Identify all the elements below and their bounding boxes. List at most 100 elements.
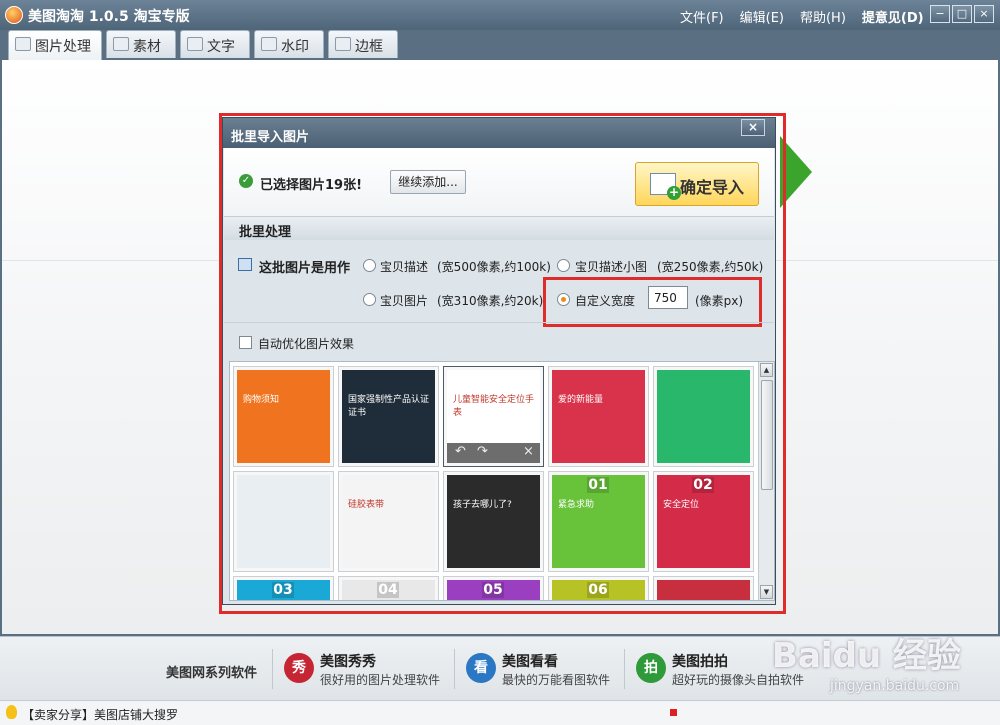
delete-icon[interactable]: × (523, 444, 534, 459)
tab-image-processing[interactable]: 图片处理 (8, 30, 102, 60)
baidu-watermark: Baidu 经验 jingyan.baidu.com (772, 622, 992, 704)
image-thumbnail[interactable]: 02 安全定位 (653, 471, 754, 572)
purpose-label: 这批图片是用作 (259, 261, 351, 276)
image-thumbnail[interactable]: 孩子去哪儿了? (443, 471, 544, 572)
thumbnail-caption: 紧急求助 (558, 500, 595, 510)
scroll-thumb[interactable] (761, 380, 773, 490)
tab-label: 水印 (281, 39, 309, 55)
thumbnail-number: 02 (692, 477, 714, 493)
options-divider (224, 322, 774, 323)
import-icon (650, 173, 681, 200)
tab-label: 素材 (133, 39, 161, 55)
radio-label-item-description-small: 宝贝描述小图 (575, 260, 648, 274)
border-icon (335, 37, 351, 51)
radio-custom-width[interactable] (557, 293, 570, 306)
product-name: 美图秀秀 (320, 654, 376, 670)
dialog-close-button[interactable]: × (741, 119, 765, 136)
product-name: 美图拍拍 (672, 654, 728, 670)
menu-file[interactable]: 文件(F) (680, 7, 724, 26)
image-thumbnail[interactable]: 05 (443, 576, 544, 600)
image-thumbnail[interactable]: 国家强制性产品认证证书 (338, 366, 439, 467)
maximize-button[interactable]: □ (952, 5, 972, 23)
image-thumbnail[interactable] (233, 471, 334, 572)
image-thumbnail[interactable]: 硅胶表带 (338, 471, 439, 572)
app-title: 美图淘淘 1.0.5 淘宝专版 (28, 9, 190, 25)
close-button[interactable]: × (974, 5, 994, 23)
tab-label: 图片处理 (35, 39, 91, 55)
text-icon (187, 37, 203, 51)
grid-scrollbar[interactable]: ▲ ▼ (758, 362, 774, 600)
series-label: 美图网系列软件 (166, 666, 258, 681)
tab-label: 边框 (355, 39, 383, 55)
image-thumbnail[interactable]: 爱的新能量 (548, 366, 649, 467)
continue-add-button[interactable]: 继续添加... (390, 170, 466, 194)
image-thumbnail[interactable]: 儿童智能安全定位手表 ↶ ↷ × (443, 366, 544, 467)
radio-label-custom-width: 自定义宽度 (575, 294, 636, 308)
rotate-left-icon[interactable]: ↶ (455, 444, 466, 459)
material-icon (113, 37, 129, 51)
radio-label-item-image: 宝贝图片 (380, 294, 429, 308)
window-controls: − □ × (930, 5, 994, 23)
confirm-import-button[interactable]: 确定导入 (635, 162, 759, 206)
radio-item-image[interactable] (363, 293, 376, 306)
scroll-up-icon[interactable]: ▲ (760, 363, 773, 377)
image-thumbnail[interactable]: 01 紧急求助 (548, 471, 649, 572)
tab-materials[interactable]: 素材 (106, 30, 176, 58)
auto-optimize-checkbox[interactable] (239, 336, 252, 349)
batch-section-header: 批里处理 (224, 216, 774, 240)
monitor-icon (238, 258, 252, 271)
radio-item-description-small[interactable] (557, 259, 570, 272)
tab-watermark[interactable]: 水印 (254, 30, 324, 58)
thumbnail-image: 国家强制性产品认证证书 (342, 370, 435, 463)
separator (624, 649, 625, 689)
watermark-main: Baidu 经验 (772, 636, 961, 676)
product-meitu-kankan[interactable]: 看 美图看看 最快的万能看图软件 (466, 651, 626, 691)
thumbnail-image (237, 475, 330, 568)
thumbnail-caption: 国家强制性产品认证证书 (348, 395, 430, 418)
kankan-logo-icon: 看 (466, 653, 496, 683)
menu-edit[interactable]: 编辑(E) (740, 7, 784, 26)
thumbnail-image: 购物须知 (237, 370, 330, 463)
image-thumbnail[interactable]: 03 (233, 576, 334, 600)
selection-area: ✓ 已选择图片19张! 继续添加... 确定导入 (224, 148, 774, 216)
selected-count: 已选择图片19张! (260, 178, 363, 193)
tab-bar: 图片处理 素材 文字 水印 边框 (0, 30, 1000, 60)
custom-width-input[interactable]: 750 (648, 286, 688, 309)
thumbnail-caption: 购物须知 (243, 395, 280, 405)
tab-text[interactable]: 文字 (180, 30, 250, 58)
dialog-title-bar: 批里导入图片 × (223, 118, 775, 148)
batch-import-dialog: 批里导入图片 × ✓ 已选择图片19张! 继续添加... 确定导入 批里处理 这… (222, 117, 776, 605)
thumbnail-image: 孩子去哪儿了? (447, 475, 540, 568)
radio-label-item-description: 宝贝描述 (380, 260, 429, 274)
status-link[interactable]: 【卖家分享】美图店铺大搜罗 (22, 706, 178, 723)
thumbnail-image: 02 安全定位 (657, 475, 750, 568)
watermark-sub: jingyan.baidu.com (830, 678, 960, 694)
thumbnail-image: 01 紧急求助 (552, 475, 645, 568)
image-thumbnail[interactable]: 04 (338, 576, 439, 600)
rotate-right-icon[interactable]: ↷ (477, 444, 488, 459)
thumbnail-number: 05 (482, 582, 504, 598)
product-desc: 最快的万能看图软件 (502, 673, 611, 687)
image-thumbnail[interactable]: 购物须知 (233, 366, 334, 467)
tab-border[interactable]: 边框 (328, 30, 398, 58)
menu-bar: 文件(F) 编辑(E) 帮助(H) 提意见(D) (680, 7, 924, 26)
thumbnail-toolbar: ↶ ↷ × (447, 443, 540, 463)
dialog-title: 批里导入图片 (231, 130, 310, 145)
radio-detail-item-description: (宽500像素,约100k) (437, 260, 551, 274)
image-icon (15, 37, 31, 51)
menu-help[interactable]: 帮助(H) (800, 7, 846, 26)
section-title: 批里处理 (239, 225, 292, 240)
menu-feedback[interactable]: 提意见(D) (862, 7, 924, 26)
scroll-down-icon[interactable]: ▼ (760, 585, 773, 599)
thumbnail-image (657, 370, 750, 463)
image-thumbnail[interactable] (653, 366, 754, 467)
radio-item-description[interactable] (363, 259, 376, 272)
image-thumbnail[interactable]: 产品参数 (653, 576, 754, 600)
thumbnail-image: 爱的新能量 (552, 370, 645, 463)
check-icon: ✓ (239, 174, 253, 188)
thumbnail-image: 硅胶表带 (342, 475, 435, 568)
product-meitu-xiuxiu[interactable]: 秀 美图秀秀 很好用的图片处理软件 (284, 651, 454, 691)
minimize-button[interactable]: − (930, 5, 950, 23)
image-thumbnail[interactable]: 06 (548, 576, 649, 600)
radio-detail-item-description-small: (宽250像素,约50k) (657, 260, 764, 274)
